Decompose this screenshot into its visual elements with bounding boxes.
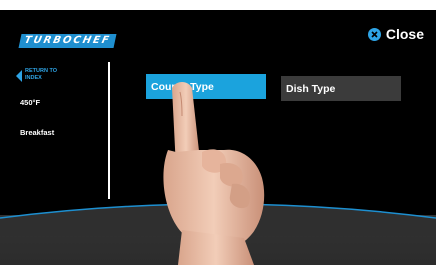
close-button[interactable]: Close xyxy=(367,26,424,42)
close-icon xyxy=(367,27,381,41)
oven-touchscreen-photo: TURBOCHEF Close RETURN TO INDEX 450°F Br… xyxy=(0,0,436,265)
course-type-button[interactable]: Course Type xyxy=(146,74,266,99)
dish-type-button[interactable]: Dish Type xyxy=(281,76,401,101)
sidebar-divider xyxy=(108,62,110,199)
meal-category-label: Breakfast xyxy=(20,128,55,137)
bezel-curve xyxy=(0,203,436,236)
back-arrow-icon xyxy=(16,70,22,82)
return-to-index-button[interactable]: RETURN TO INDEX xyxy=(16,68,63,82)
return-to-index-label: RETURN TO INDEX xyxy=(25,68,57,81)
photo-top-border xyxy=(0,0,436,10)
temperature-label: 450°F xyxy=(20,98,41,107)
turbochef-logo: TURBOCHEF xyxy=(18,34,117,48)
close-label: Close xyxy=(385,26,424,42)
